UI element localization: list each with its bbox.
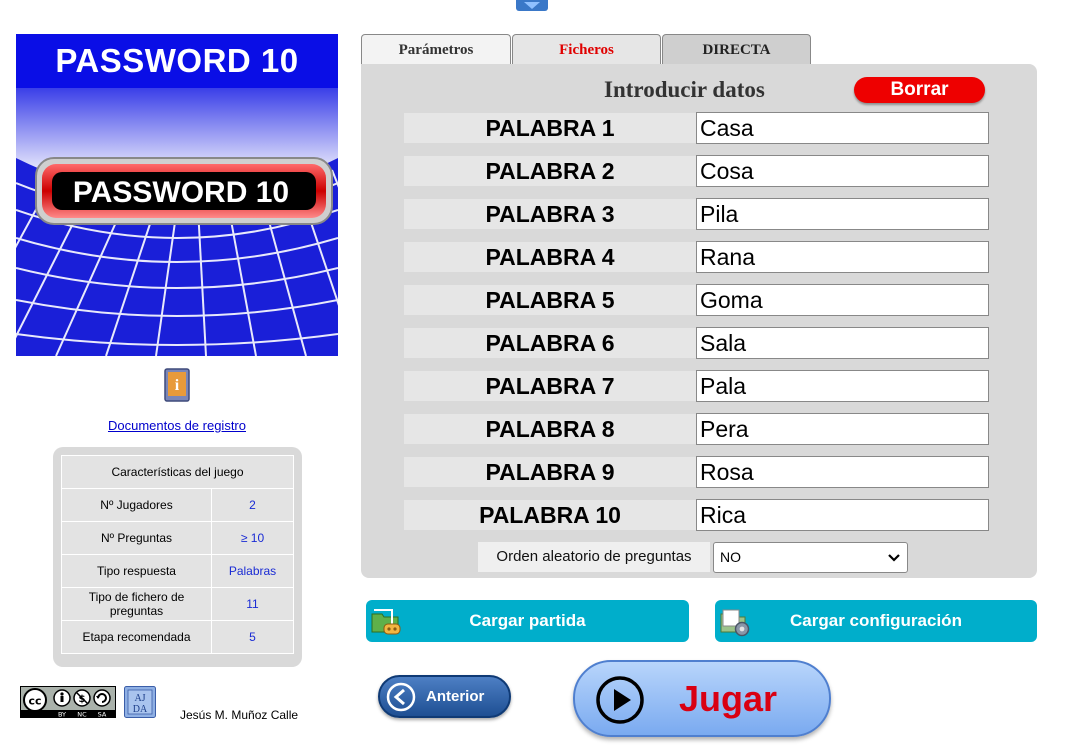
table-row: Etapa recomendada 5: [61, 620, 294, 654]
load-game-button[interactable]: Cargar partida: [366, 600, 689, 642]
word-label-5: PALABRA 5: [404, 285, 696, 315]
word-input-6[interactable]: Sala: [696, 327, 989, 359]
cc-by-nc-sa-icon[interactable]: cc $ BY NC SA: [20, 686, 116, 718]
svg-text:i: i: [175, 377, 180, 394]
clear-button[interactable]: Borrar: [854, 77, 985, 103]
chevron-down-icon[interactable]: [514, 0, 550, 12]
feature-value: 2: [211, 488, 294, 522]
random-order-label: Orden aleatorio de preguntas: [478, 542, 710, 572]
word-input-4[interactable]: Rana: [696, 241, 989, 273]
table-row: Nº Preguntas ≥ 10: [61, 521, 294, 555]
feature-value: ≥ 10: [211, 521, 294, 555]
feature-label: Nº Jugadores: [61, 488, 212, 522]
tab-ficheros[interactable]: Ficheros: [512, 34, 661, 66]
cover-badge-text: PASSWORD 10: [72, 176, 290, 209]
word-label-4: PALABRA 4: [404, 242, 696, 272]
svg-text:SA: SA: [98, 711, 107, 719]
word-label-1: PALABRA 1: [404, 113, 696, 143]
previous-button[interactable]: Anterior: [378, 675, 511, 718]
word-label-8: PALABRA 8: [404, 414, 696, 444]
panel-title: Introducir datos: [604, 77, 765, 102]
word-input-5[interactable]: Goma: [696, 284, 989, 316]
load-config-button[interactable]: Cargar configuración: [715, 600, 1037, 642]
tab-parametros[interactable]: Parámetros: [361, 34, 511, 66]
cover-title: PASSWORD 10: [55, 42, 299, 79]
word-input-1[interactable]: Casa: [696, 112, 989, 144]
word-input-9[interactable]: Rosa: [696, 456, 989, 488]
random-order-select[interactable]: NO: [713, 542, 908, 573]
ajda-logo-icon: AJ DA: [124, 686, 156, 718]
word-input-7[interactable]: Pala: [696, 370, 989, 402]
registration-documents-link[interactable]: Documentos de registro: [16, 418, 338, 433]
ajda-label-bottom: DA: [133, 704, 148, 715]
features-title: Características del juego: [61, 455, 294, 489]
load-game-label: Cargar partida: [469, 611, 586, 630]
svg-text:NC: NC: [77, 711, 87, 719]
word-label-10: PALABRA 10: [404, 500, 696, 530]
play-button[interactable]: Jugar: [573, 660, 831, 737]
load-config-label: Cargar configuración: [790, 611, 962, 630]
play-label: Jugar: [679, 678, 778, 719]
feature-value: 11: [211, 587, 294, 621]
word-input-3[interactable]: Pila: [696, 198, 989, 230]
play-circle-icon: [596, 676, 644, 724]
tab-directa[interactable]: DIRECTA: [662, 34, 811, 66]
game-features-table: Características del juego Nº Jugadores 2…: [61, 455, 294, 654]
cover-grid-art: [16, 88, 338, 356]
author-name: Jesús M. Muñoz Calle: [180, 708, 299, 722]
table-row: Tipo de fichero de preguntas 11: [61, 587, 294, 621]
word-label-6: PALABRA 6: [404, 328, 696, 358]
info-book-icon[interactable]: i: [164, 368, 190, 402]
word-input-10[interactable]: Rica: [696, 499, 989, 531]
word-label-7: PALABRA 7: [404, 371, 696, 401]
word-label-9: PALABRA 9: [404, 457, 696, 487]
feature-label: Nº Preguntas: [61, 521, 212, 555]
word-label-3: PALABRA 3: [404, 199, 696, 229]
arrow-left-circle-icon: [386, 682, 416, 712]
svg-text:BY: BY: [58, 711, 66, 719]
feature-label: Tipo respuesta: [61, 554, 212, 588]
game-features-box: Características del juego Nº Jugadores 2…: [53, 447, 302, 667]
feature-value: Palabras: [211, 554, 294, 588]
ajda-label-top: AJ: [134, 693, 145, 704]
previous-label: Anterior: [426, 688, 485, 705]
word-input-2[interactable]: Cosa: [696, 155, 989, 187]
word-input-8[interactable]: Pera: [696, 413, 989, 445]
table-row: Tipo respuesta Palabras: [61, 554, 294, 588]
feature-label: Etapa recomendada: [61, 620, 212, 654]
chevron-down-icon: [888, 554, 900, 562]
random-order-value: NO: [720, 549, 741, 565]
feature-value: 5: [211, 620, 294, 654]
svg-text:cc: cc: [28, 695, 41, 708]
game-cover-image: PASSWORD 10 PASSWORD 10: [16, 34, 338, 356]
word-label-2: PALABRA 2: [404, 156, 696, 186]
feature-label: Tipo de fichero de preguntas: [61, 587, 212, 621]
table-row: Nº Jugadores 2: [61, 488, 294, 522]
